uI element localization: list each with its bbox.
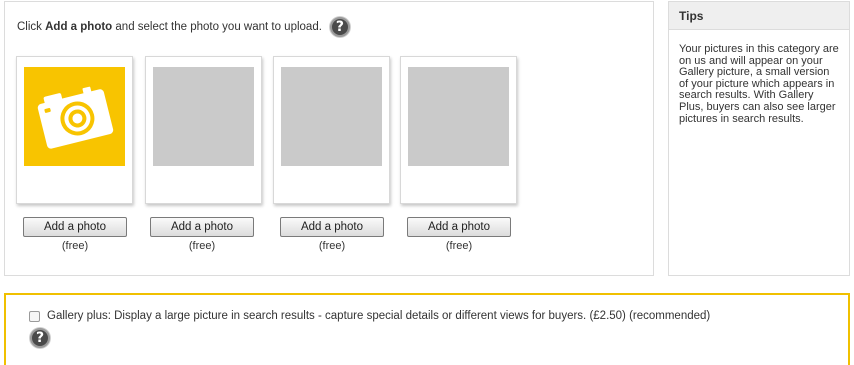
photo-slot-3[interactable] [273, 56, 390, 204]
instruction-prefix: Click [17, 21, 46, 33]
tips-panel: Tips Your pictures in this category are … [668, 1, 850, 276]
gallery-plus-option[interactable]: Gallery plus: Display a large picture in… [29, 310, 710, 322]
price-label-4: (free) [445, 240, 473, 252]
add-photo-button-4[interactable]: Add a photo [407, 217, 511, 237]
camera-icon [37, 86, 113, 149]
add-photo-button-3[interactable]: Add a photo [280, 217, 384, 237]
photo-upload-panel: Click Add a photo and select the photo y… [4, 1, 654, 276]
instruction-suffix: and select the photo you want to upload. [112, 21, 322, 33]
photo-placeholder-1 [24, 67, 125, 166]
instruction-bold: Add a photo [45, 21, 113, 33]
photo-slot-2[interactable] [145, 56, 262, 204]
add-photo-button-1[interactable]: Add a photo [23, 217, 127, 237]
price-label-1: (free) [61, 240, 89, 252]
photo-slot-1[interactable] [16, 56, 133, 204]
gallery-plus-label: Gallery plus: Display a large picture in… [47, 310, 711, 322]
gallery-plus-help-icon[interactable]: ? [30, 328, 50, 348]
price-label-3: (free) [318, 240, 346, 252]
upload-instructions: Click Add a photo and select the photo y… [17, 17, 350, 37]
photo-slot-4[interactable] [400, 56, 517, 204]
tips-title: Tips [669, 2, 849, 30]
add-photo-button-2[interactable]: Add a photo [150, 217, 254, 237]
photo-placeholder-4 [408, 67, 509, 166]
gallery-plus-panel: Gallery plus: Display a large picture in… [4, 293, 850, 365]
gallery-plus-checkbox[interactable] [29, 310, 40, 322]
help-icon[interactable]: ? [329, 17, 350, 37]
price-label-2: (free) [188, 240, 216, 252]
tips-text: Your pictures in this category are on us… [679, 43, 839, 125]
photo-placeholder-3 [281, 67, 382, 166]
photo-placeholder-2 [153, 67, 254, 166]
